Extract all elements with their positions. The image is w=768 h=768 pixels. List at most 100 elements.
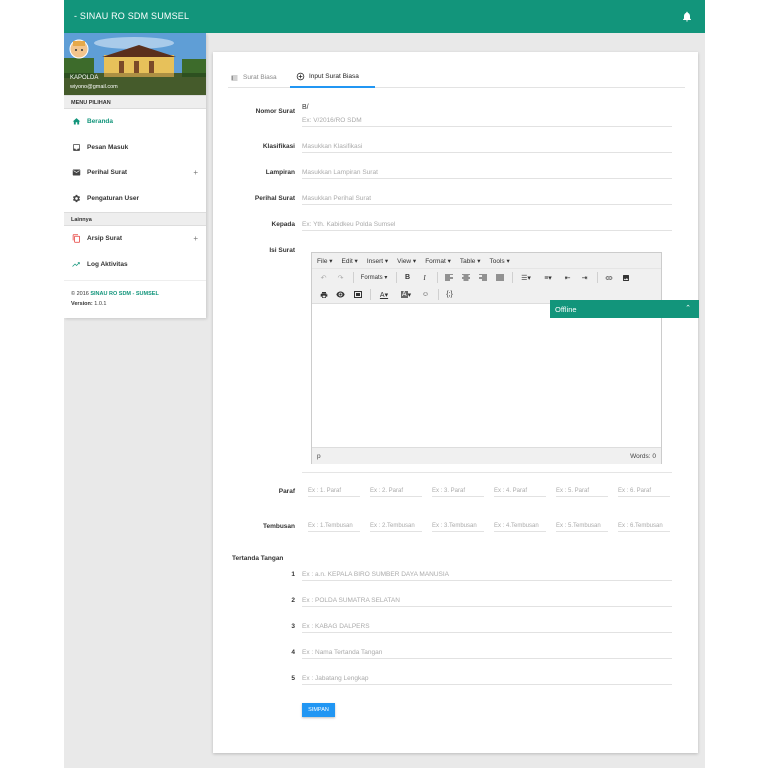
toolbar-divider (438, 289, 439, 300)
tertanda-input-3[interactable]: Ex : KABAG DALPERS (302, 620, 672, 633)
chat-widget-offline[interactable]: Offline ⌃ (550, 300, 699, 318)
tembusan-input-5[interactable]: Ex : 5.Tembusan (556, 519, 608, 532)
copyright-prefix: © 2016 (71, 291, 89, 297)
app-root: - SINAU RO SDM SUMSEL KAPOLDA wiyono@gma… (64, 0, 705, 768)
bell-icon[interactable] (681, 10, 693, 23)
klasifikasi-label: Klasifikasi (262, 143, 295, 150)
background-color-icon[interactable]: A ▾ (396, 288, 416, 301)
italic-icon[interactable]: I (417, 271, 432, 284)
redo-icon[interactable]: ↷ (333, 271, 348, 284)
paraf-input-2[interactable]: Ex : 2. Paraf (370, 484, 422, 497)
tembusan-input-6[interactable]: Ex : 6.Tembusan (618, 519, 670, 532)
editor-content-area[interactable] (312, 303, 661, 447)
paraf-input-6[interactable]: Ex : 6. Paraf (618, 484, 670, 497)
app-title: - SINAU RO SDM SUMSEL (74, 11, 190, 21)
outdent-icon[interactable]: ⇤ (560, 271, 575, 284)
tembusan-input-4[interactable]: Ex : 4.Tembusan (494, 519, 546, 532)
formats-dropdown[interactable]: Formats ▾ (357, 271, 391, 284)
tertanda-input-2[interactable]: Ex : POLDA SUMATRA SELATAN (302, 594, 672, 607)
rich-text-editor: File ▾ Edit ▾ Insert ▾ View ▾ Format ▾ T… (311, 252, 662, 464)
sidebar-item-beranda[interactable]: Beranda (64, 109, 206, 135)
link-icon[interactable] (601, 271, 616, 284)
copyright-brand: SINAU RO SDM - SUMSEL (90, 291, 159, 297)
sidebar-item-pengaturan-user[interactable]: Pengaturan User (64, 186, 206, 212)
toolbar-divider (370, 289, 371, 300)
perihal-surat-input[interactable]: Masukkan Perihal Surat (302, 192, 672, 205)
indent-icon[interactable]: ⇥ (577, 271, 592, 284)
tembusan-label: Tembusan (262, 523, 295, 530)
numbered-list-icon[interactable]: ≡▾ (538, 271, 558, 284)
expand-icon[interactable]: + (193, 168, 198, 177)
tertanda-num-4: 4 (291, 649, 295, 656)
tertanda-input-1[interactable]: Ex : a.n. KEPALA BIRO SUMBER DAYA MANUSI… (302, 568, 672, 581)
toolbar-divider (353, 272, 354, 283)
kepada-input[interactable]: Ex: Yth. Kabidkeu Polda Sumsel (302, 218, 672, 231)
perihal-surat-label: Perihal Surat (254, 195, 295, 202)
code-sample-icon[interactable]: {;} (442, 288, 457, 301)
lampiran-label: Lampiran (265, 169, 295, 176)
print-icon[interactable] (316, 288, 331, 301)
isi-surat-label: Isi Surat (269, 247, 295, 254)
paraf-input-1[interactable]: Ex : 1. Paraf (308, 484, 360, 497)
tab-bar: Surat Biasa Input Surat Biasa (228, 67, 685, 88)
toolbar-divider (512, 272, 513, 283)
divider (302, 472, 672, 473)
sidebar-item-pesan-masuk[interactable]: Pesan Masuk (64, 135, 206, 161)
sidebar-item-arsip-surat[interactable]: Arsip Surat + (64, 226, 206, 252)
tembusan-input-3[interactable]: Ex : 3.Tembusan (432, 519, 484, 532)
inbox-icon (71, 142, 81, 152)
chat-status: Offline (555, 304, 577, 314)
tertanda-input-5[interactable]: Ex : Jabatang Lengkap (302, 672, 672, 685)
profile-banner: KAPOLDA wiyono@gmail.com (64, 33, 206, 95)
editor-menu-tools[interactable]: Tools ▾ (489, 257, 509, 265)
list-icon (231, 75, 238, 80)
nomor-surat-prefix: B/ (302, 104, 309, 111)
tembusan-input-1[interactable]: Ex : 1.Tembusan (308, 519, 360, 532)
tertanda-input-4[interactable]: Ex : Nama Tertanda Tangan (302, 646, 672, 659)
sidebar-item-log-aktivitas[interactable]: Log Aktivitas (64, 252, 206, 278)
paraf-label: Paraf (278, 488, 295, 495)
editor-menu-edit[interactable]: Edit ▾ (342, 257, 358, 265)
kepada-label: Kepada (271, 221, 295, 228)
user-email: wiyono@gmail.com (70, 84, 118, 90)
bold-icon[interactable]: B (400, 271, 415, 284)
editor-menubar: File ▾ Edit ▾ Insert ▾ View ▾ Format ▾ T… (312, 253, 661, 269)
align-center-icon[interactable] (458, 271, 473, 284)
sidebar-item-label: Pesan Masuk (87, 143, 129, 151)
paraf-input-4[interactable]: Ex : 4. Paraf (494, 484, 546, 497)
emoticon-icon[interactable]: ☺ (418, 288, 433, 301)
image-icon[interactable] (618, 271, 633, 284)
align-left-icon[interactable] (441, 271, 456, 284)
align-justify-icon[interactable] (492, 271, 507, 284)
undo-icon[interactable]: ↶ (316, 271, 331, 284)
editor-menu-file[interactable]: File ▾ (317, 257, 333, 265)
paraf-input-3[interactable]: Ex : 3. Paraf (432, 484, 484, 497)
editor-menu-view[interactable]: View ▾ (397, 257, 416, 265)
expand-icon[interactable]: + (193, 234, 198, 243)
preview-icon[interactable] (333, 288, 348, 301)
align-right-icon[interactable] (475, 271, 490, 284)
copyright: © 2016 SINAU RO SDM - SUMSEL Version: 1.… (64, 280, 206, 309)
sidebar-item-label: Beranda (87, 118, 114, 126)
toolbar-divider (597, 272, 598, 283)
tab-surat-biasa[interactable]: Surat Biasa (230, 67, 282, 88)
editor-menu-format[interactable]: Format ▾ (425, 257, 451, 265)
klasifikasi-input[interactable]: Masukkan Klasifikasi (302, 140, 672, 153)
editor-menu-insert[interactable]: Insert ▾ (367, 257, 388, 265)
simpan-button[interactable]: SIMPAN (302, 703, 335, 717)
copy-icon (71, 234, 81, 244)
bullet-list-icon[interactable]: ☰▾ (516, 271, 536, 284)
paraf-input-5[interactable]: Ex : 5. Paraf (556, 484, 608, 497)
sidebar-item-perihal-surat[interactable]: Perihal Surat + (64, 160, 206, 186)
tembusan-input-2[interactable]: Ex : 2.Tembusan (370, 519, 422, 532)
media-icon[interactable] (350, 288, 365, 301)
menu-section-lainnya: Lainnya (64, 212, 206, 226)
text-color-icon[interactable]: A▾ (374, 288, 394, 301)
chevron-up-icon[interactable]: ⌃ (685, 304, 691, 312)
gear-icon (71, 193, 81, 203)
tab-input-surat-biasa[interactable]: Input Surat Biasa (290, 67, 375, 88)
sidebar-item-label: Arsip Surat (87, 235, 123, 243)
nomor-surat-input[interactable]: Ex: V/2016/RO SDM (302, 114, 672, 127)
lampiran-input[interactable]: Masukkan Lampiran Surat (302, 166, 672, 179)
editor-menu-table[interactable]: Table ▾ (460, 257, 481, 265)
